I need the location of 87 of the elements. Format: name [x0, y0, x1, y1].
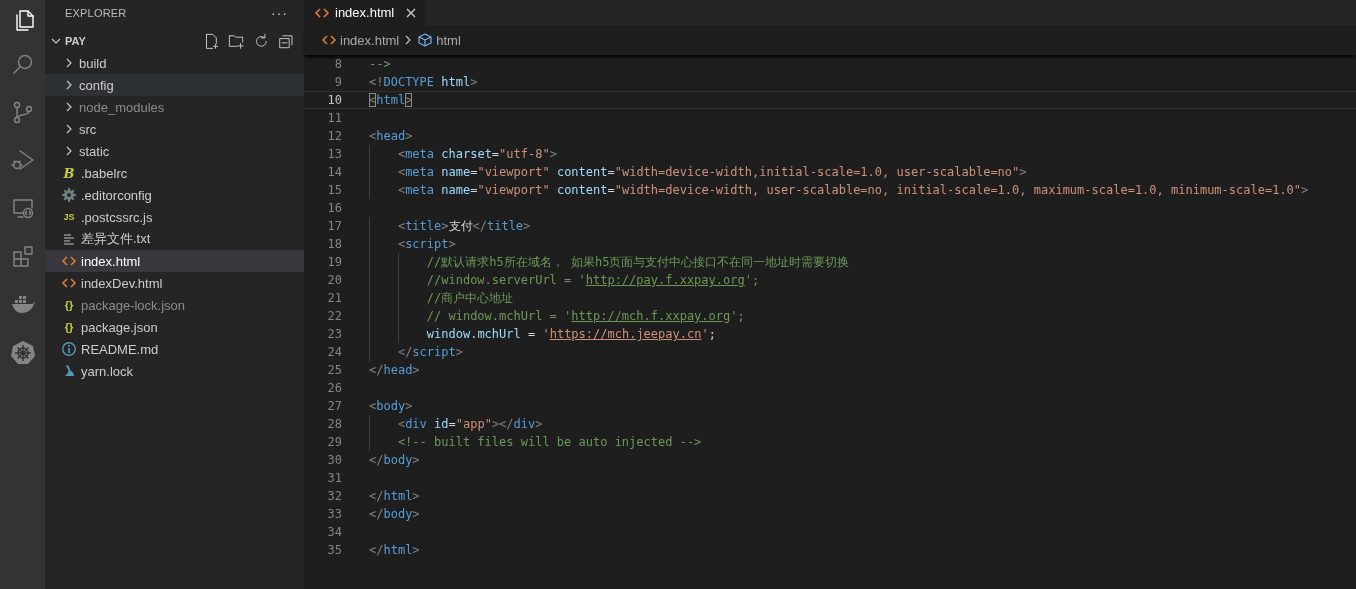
code-line: </html>: [369, 543, 420, 557]
json-icon: {}: [61, 299, 77, 311]
babel-icon: B: [61, 165, 77, 181]
line-number: 14: [326, 165, 342, 179]
line-number: 25: [326, 363, 342, 377]
json-icon: {}: [61, 321, 77, 333]
file-row[interactable]: indexDev.html: [45, 272, 304, 294]
code-line: <title>支付</title>: [396, 217, 531, 235]
line-number: 18: [326, 237, 342, 251]
line-number: 20: [326, 273, 342, 287]
lines-icon: [61, 231, 77, 247]
file-row[interactable]: B .babelrc: [45, 162, 304, 184]
panel-title: EXPLORER: [65, 6, 127, 19]
extensions-icon[interactable]: [10, 244, 35, 268]
line-number: 26: [326, 381, 342, 395]
line-number: 11: [326, 111, 342, 125]
folder-row[interactable]: build: [45, 52, 304, 74]
line-number: 22: [326, 309, 342, 323]
refresh-icon[interactable]: [253, 33, 269, 49]
line-number: 9: [333, 75, 342, 89]
code-line: <meta name="viewport" content="width=device-width, user-scalable=no, initial-scale=1.0, maximum-scale=1.0, minimum-scale=1.0">: [396, 183, 1309, 197]
code-line: //商户中心地址: [425, 289, 514, 307]
line-number: 12: [326, 129, 342, 143]
code-line: </head>: [369, 363, 420, 377]
breadcrumb-item[interactable]: index.html: [340, 32, 400, 48]
new-folder-icon[interactable]: [228, 33, 244, 49]
file-row[interactable]: {} package-lock.json: [45, 294, 304, 316]
code-line: <body>: [369, 399, 413, 413]
line-number: 33: [326, 507, 342, 521]
new-file-icon[interactable]: [203, 33, 219, 49]
line-number: 16: [326, 201, 342, 215]
code-line: <script>: [396, 237, 456, 251]
code-line: <head>: [369, 129, 413, 143]
folder-row[interactable]: src: [45, 118, 304, 140]
helm-wheel-icon[interactable]: [10, 340, 35, 364]
collapse-all-icon[interactable]: [278, 33, 294, 49]
code-line: window.mchUrl = 'https://mch.jeepay.cn';: [425, 327, 716, 341]
file-row[interactable]: README.md: [45, 338, 304, 360]
file-row[interactable]: {} package.json: [45, 316, 304, 338]
cube-icon: [417, 32, 434, 48]
line-number: 34: [326, 525, 342, 539]
line-number: 24: [326, 345, 342, 359]
code-line: <!DOCTYPE html>: [369, 75, 478, 89]
file-row[interactable]: JS .postcssrc.js: [45, 206, 304, 228]
line-number: 23: [326, 327, 342, 341]
line-number: 13: [326, 147, 342, 161]
code-line: //默认请求h5所在域名， 如果h5页面与支付中心接口不在同一地址时需要切换: [425, 253, 850, 271]
file-row[interactable]: 差异文件.txt: [45, 228, 304, 250]
code-line: -->: [369, 57, 391, 71]
code-line: </html>: [369, 489, 420, 503]
line-number: 19: [326, 255, 342, 269]
code-line: <meta charset="utf-8">: [396, 147, 557, 161]
code-line: </body>: [369, 453, 420, 467]
folder-row[interactable]: node_modules: [45, 96, 304, 118]
code-line: </body>: [369, 507, 420, 521]
file-row[interactable]: yarn.lock: [45, 360, 304, 382]
line-number: 27: [326, 399, 342, 413]
run-debug-icon[interactable]: [10, 148, 35, 172]
editor-tab[interactable]: index.html: [304, 0, 426, 25]
more-actions-button[interactable]: ···: [271, 4, 288, 21]
breadcrumb-item[interactable]: html: [436, 32, 461, 48]
remote-explorer-icon[interactable]: [10, 196, 35, 220]
code-line: </script>: [396, 345, 463, 359]
line-number: 28: [326, 417, 342, 431]
line-number: 10: [326, 93, 342, 107]
code-line: // window.mchUrl = 'http://mch.f.xxpay.org';: [425, 309, 745, 323]
line-number: 17: [326, 219, 342, 233]
line-number: 35: [326, 543, 342, 557]
code-line: <div id="app"></div>: [396, 417, 543, 431]
line-number: 8: [333, 57, 342, 71]
info-icon: [61, 341, 77, 357]
line-number: 21: [326, 291, 342, 305]
line-number: 15: [326, 183, 342, 197]
code-line: <meta name="viewport" content="width=device-width,initial-scale=1.0, user-scalable=no">: [396, 165, 1027, 179]
gear-icon: [61, 187, 77, 203]
folder-header[interactable]: PAY: [65, 35, 86, 47]
line-number: 32: [326, 489, 342, 503]
folder-row[interactable]: static: [45, 140, 304, 162]
line-number: 31: [326, 471, 342, 485]
code-line: //window.serverUrl = 'http://pay.f.xxpay.org';: [425, 273, 760, 287]
line-number: 29: [326, 435, 342, 449]
file-row[interactable]: index.html: [45, 250, 304, 272]
code-line: <!-- built files will be auto injected -->: [396, 435, 702, 449]
js-icon: JS: [61, 212, 77, 222]
file-row[interactable]: .editorconfig: [45, 184, 304, 206]
folder-row[interactable]: config: [45, 74, 304, 96]
line-number: 30: [326, 453, 342, 467]
